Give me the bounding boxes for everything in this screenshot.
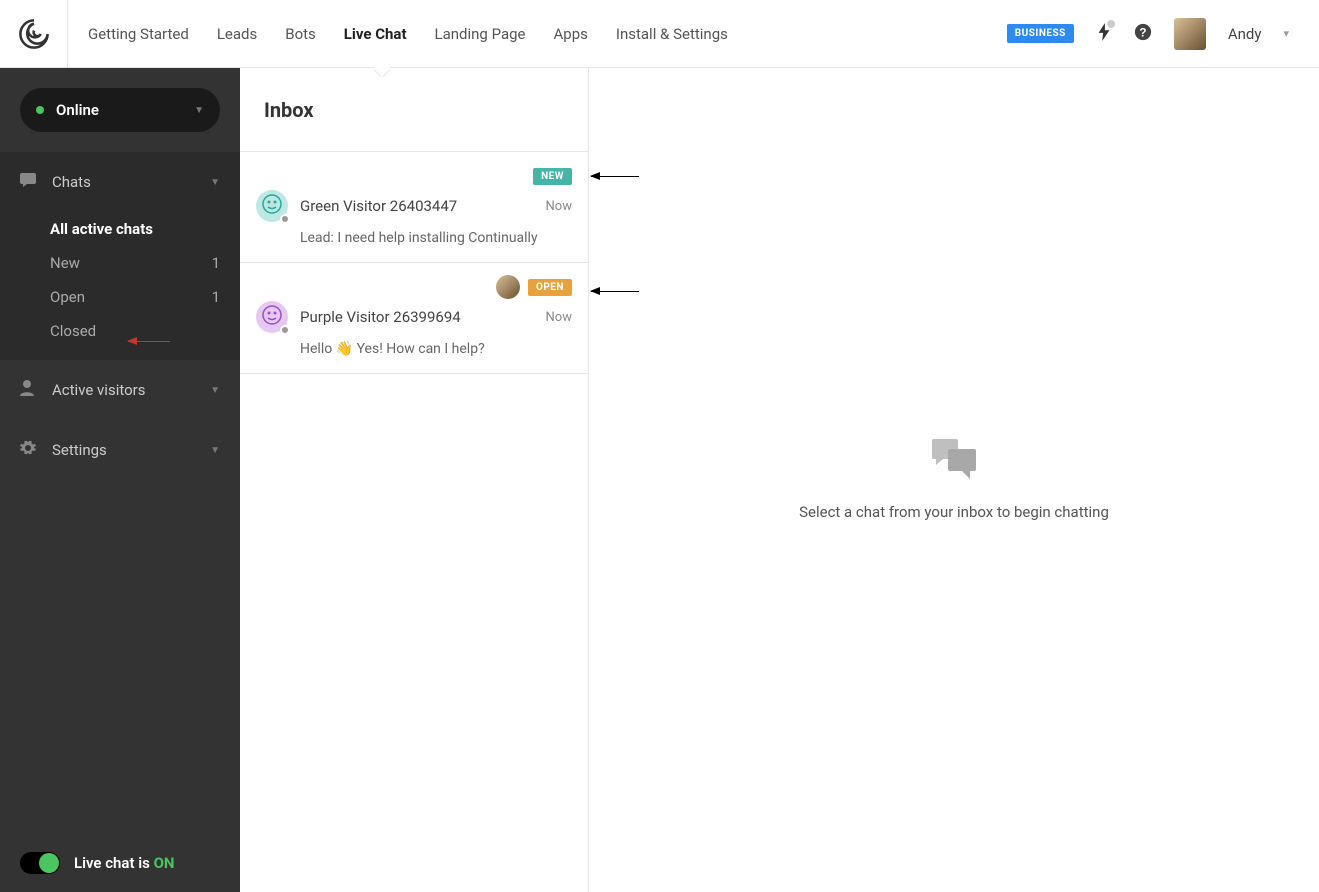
sidebar-item-new[interactable]: New 1 <box>0 246 240 280</box>
chat-bubbles-icon <box>932 439 976 483</box>
chevron-down-icon: ▼ <box>210 445 220 456</box>
chevron-down-icon: ▼ <box>194 105 204 116</box>
agent-avatar <box>496 275 520 299</box>
visitor-avatar <box>256 301 288 333</box>
top-nav: Getting Started Leads Bots Live Chat Landing… <box>0 0 1319 68</box>
inbox-title: Inbox <box>264 98 314 122</box>
status-selector[interactable]: Online ▼ <box>20 88 220 132</box>
face-icon <box>262 305 282 329</box>
sidebar-item-count: 1 <box>212 254 220 272</box>
section-label: Active visitors <box>52 381 210 399</box>
status-badge: NEW <box>533 168 572 185</box>
sidebar-item-open[interactable]: Open 1 <box>0 280 240 314</box>
inbox-header: Inbox <box>240 68 588 152</box>
live-chat-toggle-row: Live chat is ON <box>0 852 240 874</box>
section-label: Chats <box>52 173 210 191</box>
status-label: Online <box>56 101 194 119</box>
toggle-label: Live chat is ON <box>74 854 175 872</box>
nav-link-install-settings[interactable]: Install & Settings <box>616 25 728 43</box>
sidebar-item-label: Closed <box>50 322 96 340</box>
nav-right: BUSINESS ? Andy ▾ <box>1007 18 1319 50</box>
chat-main-pane: Select a chat from your inbox to begin c… <box>589 68 1319 892</box>
visitor-name: Green Visitor 26403447 <box>300 197 546 215</box>
sidebar-item-closed[interactable]: Closed <box>0 314 240 348</box>
sidebar-item-label: All active chats <box>50 220 153 238</box>
logo[interactable] <box>0 0 68 68</box>
user-avatar[interactable] <box>1174 18 1206 50</box>
empty-state-text: Select a chat from your inbox to begin c… <box>799 503 1109 521</box>
conversation-time: Now <box>546 199 572 214</box>
conversation-item[interactable]: NEW Green Visitor 26403447Now Lead: I need… <box>240 152 588 263</box>
sidebar-item-label: New <box>50 254 80 272</box>
user-name[interactable]: Andy <box>1228 25 1262 43</box>
status-badge: OPEN <box>528 279 572 296</box>
face-icon <box>262 194 282 218</box>
nav-link-leads[interactable]: Leads <box>217 25 257 43</box>
notification-dot <box>1107 20 1115 28</box>
chat-icon <box>20 173 38 191</box>
chevron-down-icon[interactable]: ▾ <box>1283 27 1289 40</box>
sidebar-section-settings[interactable]: Settings ▼ <box>0 420 240 480</box>
sidebar-section-chats[interactable]: Chats ▼ <box>0 152 240 212</box>
section-label: Settings <box>52 441 210 459</box>
chevron-down-icon: ▼ <box>210 385 220 396</box>
sidebar-item-label: Open <box>50 288 85 306</box>
conversation-preview: Hello 👋 Yes! How can I help? <box>300 341 572 357</box>
inbox-column: Inbox NEWGreen Visitor 26403447NowLead: … <box>240 68 589 892</box>
help-icon: ? <box>1134 23 1152 41</box>
nav-links: Getting Started Leads Bots Live Chat Landing… <box>68 25 728 43</box>
nav-link-landing-page[interactable]: Landing Page <box>435 25 526 43</box>
gear-icon <box>20 440 38 460</box>
status-dot-icon <box>36 106 44 114</box>
nav-link-apps[interactable]: Apps <box>554 25 588 43</box>
live-chat-toggle[interactable] <box>20 852 60 874</box>
chats-sublist: All active chats New 1 Open 1 Closed <box>0 212 240 360</box>
sidebar-item-all-active-chats[interactable]: All active chats <box>0 212 240 246</box>
visitor-name: Purple Visitor 26399694 <box>300 308 546 326</box>
conversation-item[interactable]: OPEN Purple Visitor 26399694Now Hello 👋 Ye… <box>240 263 588 374</box>
svg-text:?: ? <box>1139 26 1146 39</box>
plan-badge: BUSINESS <box>1007 24 1074 43</box>
annotation-arrow <box>591 291 639 292</box>
annotation-arrow <box>128 341 170 342</box>
conversation-preview: Lead: I need help installing Continually <box>300 230 572 246</box>
help-button[interactable]: ? <box>1134 23 1152 45</box>
conversation-time: Now <box>546 310 572 325</box>
chevron-down-icon: ▼ <box>210 177 220 188</box>
presence-dot-icon <box>280 214 290 224</box>
person-icon <box>20 380 38 400</box>
annotation-arrow <box>591 176 639 177</box>
nav-link-bots[interactable]: Bots <box>285 25 316 43</box>
sidebar: Online ▼ Chats ▼ All active chatsNew1Ope… <box>0 68 240 892</box>
activity-button[interactable] <box>1096 23 1112 45</box>
presence-dot-icon <box>280 325 290 335</box>
sidebar-section-visitors[interactable]: Active visitors ▼ <box>0 360 240 420</box>
spiral-logo-icon <box>17 17 51 51</box>
sidebar-item-count: 1 <box>212 288 220 306</box>
nav-link-live-chat[interactable]: Live Chat <box>344 25 407 43</box>
nav-link-getting-started[interactable]: Getting Started <box>88 25 189 43</box>
visitor-avatar <box>256 190 288 222</box>
